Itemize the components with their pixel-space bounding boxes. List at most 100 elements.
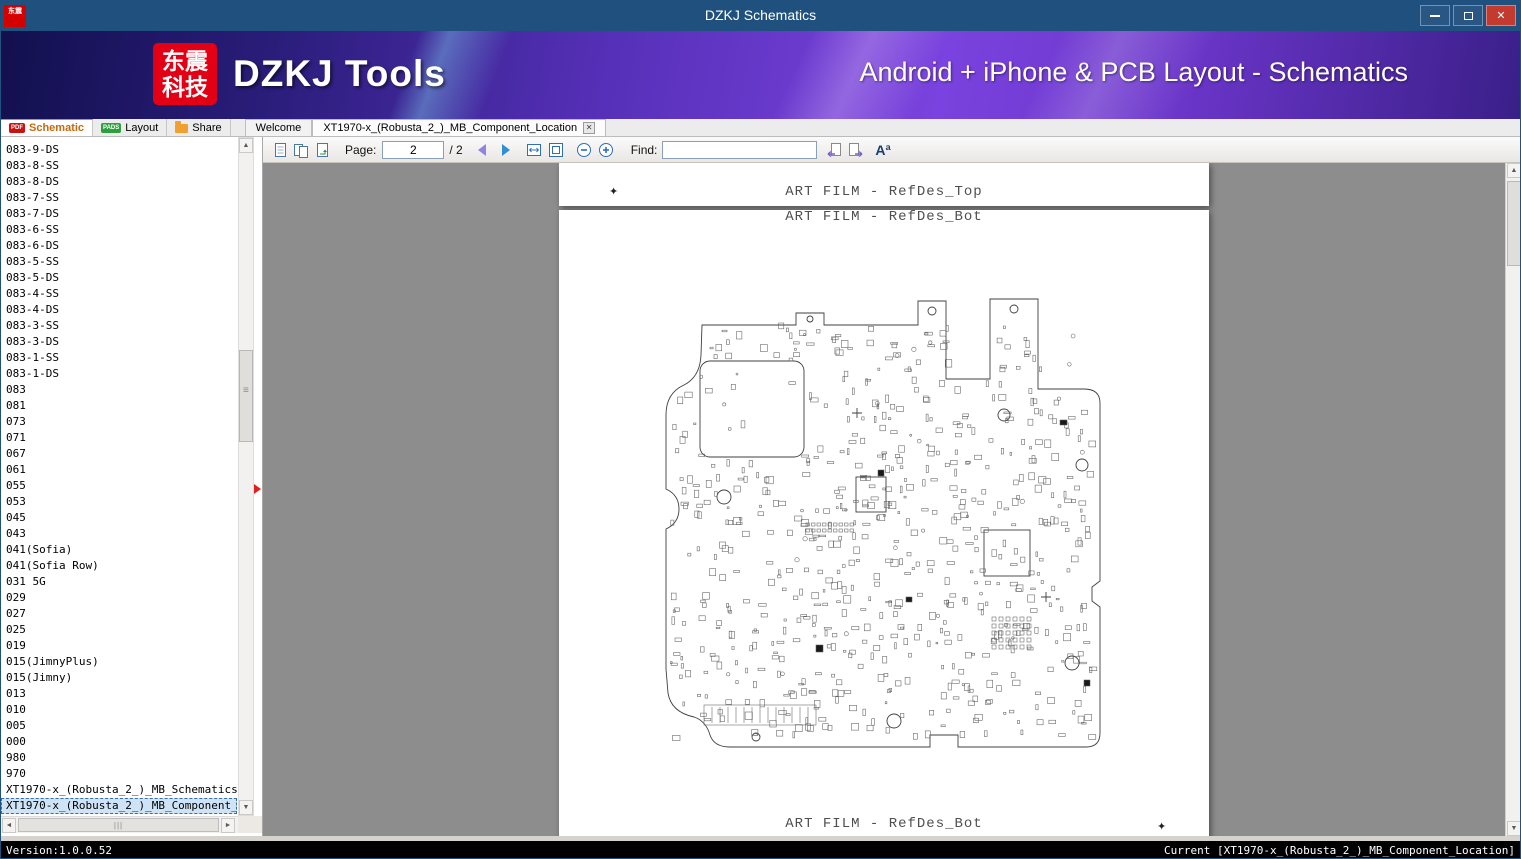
sidebar-item[interactable]: 041(Sofia Row) (1, 558, 237, 574)
pdf-toolbar: Page: / 2 Find: Aª (263, 137, 1521, 163)
tab-welcome[interactable]: Welcome (245, 119, 313, 136)
tab-bar: PDF Schematic PADS Layout Share Welcome … (1, 119, 1520, 137)
font-size-icon[interactable]: Aª (875, 142, 890, 158)
minimize-icon (1430, 15, 1440, 17)
sidebar-item[interactable]: 067 (1, 446, 237, 462)
pdf-vertical-scrollbar[interactable]: ▲ ▼ (1505, 163, 1521, 836)
sidebar-item[interactable]: 980 (1, 750, 237, 766)
single-page-icon[interactable] (271, 141, 289, 159)
splitter-marker-icon[interactable] (254, 484, 261, 494)
sidebar-item[interactable]: 083-5-DS (1, 270, 237, 286)
sidebar-item[interactable]: 083-1-SS (1, 350, 237, 366)
sidebar-item[interactable]: 005 (1, 718, 237, 734)
sidebar-item[interactable]: 053 (1, 494, 237, 510)
page-number-input[interactable] (382, 141, 444, 159)
sidebar-horizontal-scrollbar[interactable]: ◄ ||| ► (1, 816, 238, 833)
maximize-button[interactable] (1453, 5, 1483, 26)
current-document-text: Current [XT1970-x_(Robusta_2_)_MB_Compon… (1164, 844, 1515, 857)
sidebar-item[interactable]: 083-3-DS (1, 334, 237, 350)
sidebar-item[interactable]: 015(Jimny) (1, 670, 237, 686)
pdf-view[interactable]: ART FILM - RefDes_Top ✦ ART FILM - RefDe… (263, 163, 1505, 836)
sidebar-item[interactable]: 025 (1, 622, 237, 638)
sidebar-item[interactable]: 083-5-SS (1, 254, 237, 270)
sidebar-item[interactable]: 071 (1, 430, 237, 446)
sidebar-hscroll-thumb[interactable]: ||| (18, 818, 219, 832)
banner-tagline: Android + iPhone & PCB Layout - Schemati… (859, 57, 1408, 88)
tab-share[interactable]: Share (167, 119, 230, 136)
sidebar-item[interactable]: 083-7-SS (1, 190, 237, 206)
sidebar-item[interactable]: 043 (1, 526, 237, 542)
pdf-vscroll-thumb[interactable] (1507, 181, 1521, 266)
status-bar: Version:1.0.0.52 Current [XT1970-x_(Robu… (1, 841, 1520, 859)
sidebar-item[interactable]: 083-6-SS (1, 222, 237, 238)
page-label: Page: (345, 143, 376, 157)
tab-layout-label: Layout (125, 122, 158, 134)
zoom-in-icon[interactable] (597, 141, 615, 159)
page1-footer-text: ART FILM - RefDes_Top (559, 184, 1209, 200)
fit-page-icon[interactable] (547, 141, 565, 159)
tab-component-location[interactable]: XT1970-x_(Robusta_2_)_MB_Component_Locat… (312, 119, 606, 136)
scroll-up-icon[interactable]: ▲ (239, 138, 253, 153)
sidebar: 083-9-DS083-8-SS083-8-DS083-7-SS083-7-DS… (1, 137, 263, 836)
sidebar-item[interactable]: 045 (1, 510, 237, 526)
tab-share-label: Share (192, 122, 221, 134)
tab-layout[interactable]: PADS Layout (93, 119, 167, 136)
find-next-icon[interactable] (847, 141, 865, 159)
sidebar-item[interactable]: 031 5G (1, 574, 237, 590)
sidebar-item[interactable]: 055 (1, 478, 237, 494)
minimize-button[interactable] (1420, 5, 1450, 26)
sidebar-item[interactable]: 083-4-DS (1, 302, 237, 318)
sidebar-item[interactable]: 083-7-DS (1, 206, 237, 222)
zoom-out-icon[interactable] (575, 141, 593, 159)
sidebar-item[interactable]: 013 (1, 686, 237, 702)
sidebar-item[interactable]: 083-4-SS (1, 286, 237, 302)
sidebar-item[interactable]: 019 (1, 638, 237, 654)
previous-page-icon[interactable] (473, 141, 491, 159)
sidebar-item[interactable]: 029 (1, 590, 237, 606)
facing-pages-icon[interactable] (292, 141, 310, 159)
sidebar-item[interactable]: 083-9-DS (1, 142, 237, 158)
pdf-scroll-down-icon[interactable]: ▼ (1507, 821, 1521, 836)
page2-header-text: ART FILM - RefDes_Bot (559, 209, 1209, 225)
sidebar-item[interactable]: XT1970-x_(Robusta_2_)_MB_Component_Loc (1, 798, 237, 814)
scroll-down-icon[interactable]: ▼ (239, 800, 253, 815)
pdf-page-1: ART FILM - RefDes_Top ✦ (559, 163, 1209, 206)
sidebar-vscroll-thumb[interactable] (239, 350, 253, 442)
close-button[interactable]: ✕ (1486, 5, 1516, 26)
pdf-scroll-up-icon[interactable]: ▲ (1507, 163, 1521, 178)
sidebar-item[interactable]: 041(Sofia) (1, 542, 237, 558)
sidebar-item[interactable]: 081 (1, 398, 237, 414)
sidebar-item[interactable]: 061 (1, 462, 237, 478)
sidebar-item[interactable]: 083-8-DS (1, 174, 237, 190)
sidebar-item[interactable]: 083 (1, 382, 237, 398)
sidebar-item[interactable]: 970 (1, 766, 237, 782)
sidebar-item[interactable]: 083-3-SS (1, 318, 237, 334)
sidebar-item[interactable]: 073 (1, 414, 237, 430)
scroll-right-icon[interactable]: ► (221, 818, 235, 833)
scroll-left-icon[interactable]: ◄ (2, 818, 16, 833)
tab-schematic[interactable]: PDF Schematic (1, 119, 93, 136)
sidebar-item[interactable]: XT1970-x_(Robusta_2_)_MB_Schematics (1, 782, 237, 798)
find-label: Find: (631, 143, 658, 157)
sidebar-item[interactable]: 083-1-DS (1, 366, 237, 382)
sidebar-vertical-scrollbar[interactable]: ▲ ▼ (238, 137, 254, 816)
pcb-drawing (656, 297, 1111, 762)
continuous-pages-icon[interactable] (313, 141, 331, 159)
sidebar-item[interactable]: 015(JimnyPlus) (1, 654, 237, 670)
sidebar-item[interactable]: 083-8-SS (1, 158, 237, 174)
version-text: Version:1.0.0.52 (6, 844, 112, 857)
find-previous-icon[interactable] (825, 141, 843, 159)
sidebar-item[interactable]: 027 (1, 606, 237, 622)
title-bar: 东震 DZKJ Schematics ✕ (1, 1, 1520, 31)
tab-close-icon[interactable]: ✕ (583, 122, 595, 134)
sidebar-item[interactable]: 083-6-DS (1, 238, 237, 254)
fit-width-icon[interactable] (525, 141, 543, 159)
sidebar-item[interactable]: 000 (1, 734, 237, 750)
pdf-icon: PDF (9, 123, 25, 133)
brand-title: DZKJ Tools (233, 53, 446, 95)
next-page-icon[interactable] (497, 141, 515, 159)
scrollbar-corner (238, 816, 262, 833)
sidebar-item[interactable]: 010 (1, 702, 237, 718)
pads-icon: PADS (101, 123, 121, 133)
find-input[interactable] (662, 141, 817, 159)
